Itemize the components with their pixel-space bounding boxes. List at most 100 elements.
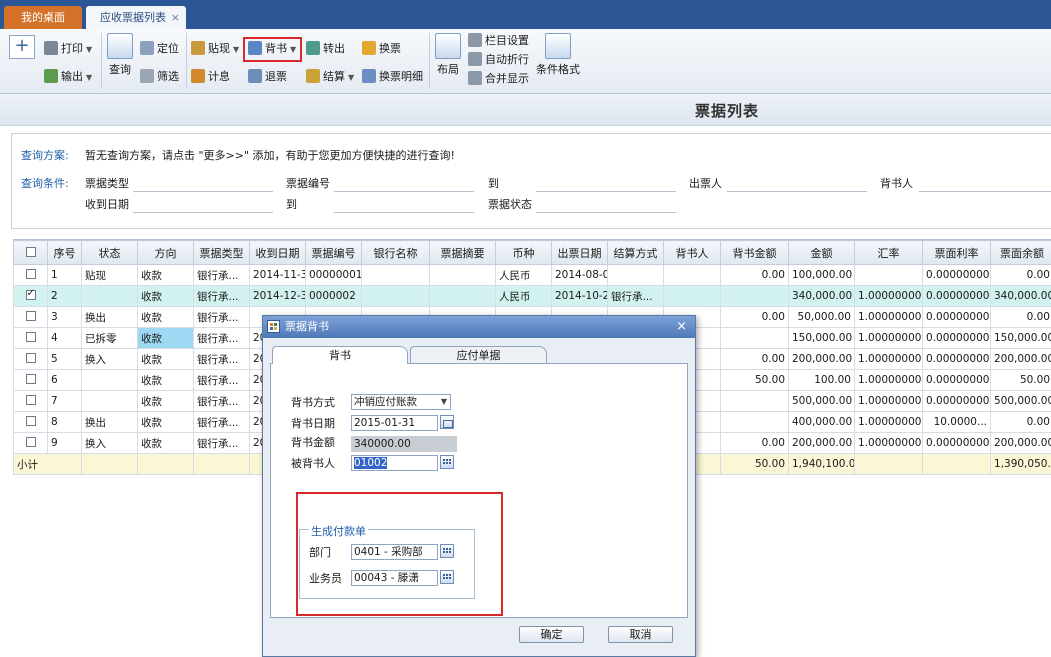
ok-button[interactable]: 确定 [519,626,584,643]
table-cell[interactable] [361,285,430,307]
table-cell[interactable]: 银行承... [193,348,250,370]
column-header[interactable]: 票据类型 [193,240,250,265]
table-cell[interactable]: 换出 [81,411,138,433]
table-cell[interactable]: 1.00000000 [854,432,923,454]
row-select-cell[interactable] [13,348,48,370]
exchange-detail-button[interactable]: 换票明细 [362,67,423,87]
table-cell[interactable]: 0.00000000 [922,369,991,391]
table-cell[interactable] [361,264,430,286]
date-input[interactable]: 2015-01-31 [351,415,438,431]
column-header[interactable]: 出票日期 [551,240,608,265]
table-cell[interactable]: 银行承... [193,432,250,454]
table-cell[interactable] [81,369,138,391]
table-cell[interactable] [720,285,789,307]
table-cell[interactable]: 0.00000000 [922,285,991,307]
checkbox[interactable] [25,332,36,342]
column-settings-button[interactable]: 栏目设置 [468,31,529,51]
table-cell[interactable]: 1.00000000 [854,306,923,328]
table-cell[interactable]: 收款 [137,390,194,412]
table-cell[interactable] [720,390,789,412]
table-cell[interactable]: 收款 [137,327,194,349]
table-cell[interactable]: 人民币 [495,264,552,286]
table-cell[interactable]: 500,000.00 [788,390,855,412]
print-button[interactable]: 打印 ▼ [44,39,92,59]
table-cell[interactable]: 2 [47,285,82,307]
row-select-cell[interactable] [13,306,48,328]
locate-button[interactable]: 定位 [140,39,179,59]
table-cell[interactable]: 1.00000000 [854,411,923,433]
table-cell[interactable]: 0.00 [990,264,1051,286]
checkbox[interactable] [25,247,36,257]
table-cell[interactable]: 银行承... [193,306,250,328]
return-button[interactable]: 退票 [248,67,287,87]
column-header[interactable]: 汇率 [854,240,923,265]
column-header[interactable]: 票据编号 [305,240,362,265]
table-cell[interactable]: 0.00 [720,306,789,328]
table-cell[interactable]: 00000001 [305,264,362,286]
table-cell[interactable]: 0000002 [305,285,362,307]
query-button[interactable]: 查询 [106,33,134,77]
table-cell[interactable]: 收款 [137,348,194,370]
row-select-cell[interactable] [13,390,48,412]
table-cell[interactable]: 200,000.00 [788,432,855,454]
table-cell[interactable]: 0.00 [990,411,1051,433]
table-cell[interactable]: 2014-10-21 [551,285,608,307]
table-cell[interactable]: 340,000.00 [990,285,1051,307]
checkbox[interactable] [25,311,36,321]
table-cell[interactable]: 0.00000000 [922,348,991,370]
table-cell[interactable]: 0.00000000 [922,432,991,454]
table-cell[interactable]: 收款 [137,285,194,307]
row-select-cell[interactable] [13,369,48,391]
reference-lookup-icon[interactable] [440,455,454,469]
add-button[interactable]: + [9,35,35,59]
tab-my-desktop[interactable]: 我的桌面 [4,6,82,29]
table-cell[interactable]: 5 [47,348,82,370]
table-cell[interactable]: 0.00 [720,432,789,454]
cancel-button[interactable]: 取消 [608,626,673,643]
export-button[interactable]: 输出 ▼ [44,67,92,87]
column-header[interactable]: 背书人 [663,240,721,265]
table-cell[interactable]: 50,000.00 [788,306,855,328]
column-header[interactable]: 票面余额 [990,240,1051,265]
table-cell[interactable]: 收款 [137,264,194,286]
table-cell[interactable]: 银行承... [193,285,250,307]
table-cell[interactable]: 收款 [137,432,194,454]
table-cell[interactable]: 换入 [81,348,138,370]
select-all-header[interactable] [13,240,48,265]
drawer-input[interactable] [727,191,867,192]
table-cell[interactable]: 换出 [81,306,138,328]
column-header[interactable]: 币种 [495,240,552,265]
table-cell[interactable]: 400,000.00 [788,411,855,433]
table-cell[interactable]: 0.00000000 [922,306,991,328]
column-header[interactable]: 金额 [788,240,855,265]
table-cell[interactable]: 50.00 [990,369,1051,391]
table-cell[interactable]: 1.00000000 [854,390,923,412]
table-cell[interactable]: 银行承... [607,285,664,307]
table-cell[interactable]: 3 [47,306,82,328]
table-cell[interactable]: 银行承... [193,327,250,349]
table-cell[interactable] [429,285,496,307]
column-header[interactable]: 收到日期 [249,240,306,265]
dialog-titlebar[interactable]: 票据背书 × [263,316,695,338]
checkbox[interactable] [25,269,36,279]
row-select-cell[interactable] [13,285,48,307]
column-header[interactable]: 结算方式 [607,240,664,265]
column-header[interactable]: 序号 [47,240,82,265]
table-cell[interactable]: 换入 [81,432,138,454]
tab-receivable-bills[interactable]: 应收票据列表 × [86,6,186,29]
table-cell[interactable]: 200,000.00 [990,432,1051,454]
auto-wrap-button[interactable]: 自动折行 [468,50,529,70]
table-cell[interactable]: 10.0000... [922,411,991,433]
checkbox[interactable] [25,374,36,384]
table-cell[interactable]: 0.00000000 [922,264,991,286]
receive-date-input[interactable] [133,212,273,213]
table-cell[interactable]: 9 [47,432,82,454]
table-cell[interactable]: 0.00 [990,306,1051,328]
table-cell[interactable] [663,264,721,286]
column-header[interactable]: 票面利率 [922,240,991,265]
table-cell[interactable]: 已拆零 [81,327,138,349]
table-cell[interactable]: 150,000.00 [990,327,1051,349]
table-cell[interactable]: 1.00000000 [854,285,923,307]
table-cell[interactable] [607,264,664,286]
table-cell[interactable] [720,327,789,349]
